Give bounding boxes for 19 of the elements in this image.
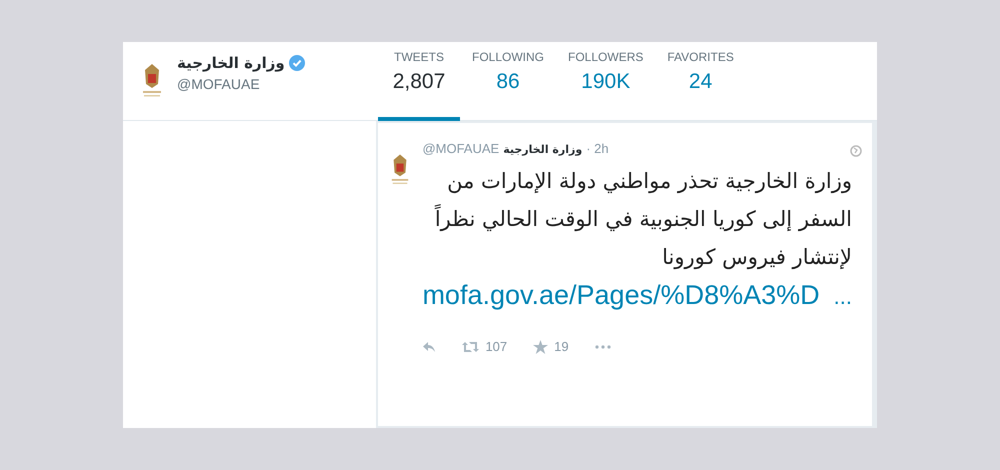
reply-button[interactable] xyxy=(422,339,436,354)
stat-tab[interactable]: FOLLOWING 86 xyxy=(460,42,556,121)
retweet-icon xyxy=(462,340,480,354)
tweet-time[interactable]: · 2h xyxy=(586,141,609,156)
profile-name[interactable]: وزارة الخارجية xyxy=(177,54,285,72)
emblem-icon xyxy=(141,62,163,98)
stat-tab[interactable]: FOLLOWERS 190K xyxy=(556,42,656,121)
link-ellipsis: ... xyxy=(834,284,852,310)
more-icon xyxy=(594,344,611,348)
favorite-button[interactable]: 19 xyxy=(533,339,569,354)
reply-icon xyxy=(422,340,436,352)
star-icon xyxy=(533,340,548,354)
tweet-handle: @MOFAUAE xyxy=(422,141,500,156)
tweet-author[interactable]: وزارة الخارجية xyxy=(503,143,582,156)
stat-tab[interactable]: FAVORITES 24 xyxy=(655,42,746,121)
retweet-button[interactable]: 107 xyxy=(462,339,508,354)
tweet-link[interactable]: mofa.gov.ae/Pages/%D8%A3%D xyxy=(422,280,820,311)
tweet-text: وزارة الخارجية تحذر مواطني دولة الإمارات من السفر إلى كوريا الجنوبية في الوقت الحالي نظراً لإنتشار فيروس كورونا xyxy=(434,168,852,272)
profile-handle: @MOFAUAE xyxy=(177,76,261,92)
